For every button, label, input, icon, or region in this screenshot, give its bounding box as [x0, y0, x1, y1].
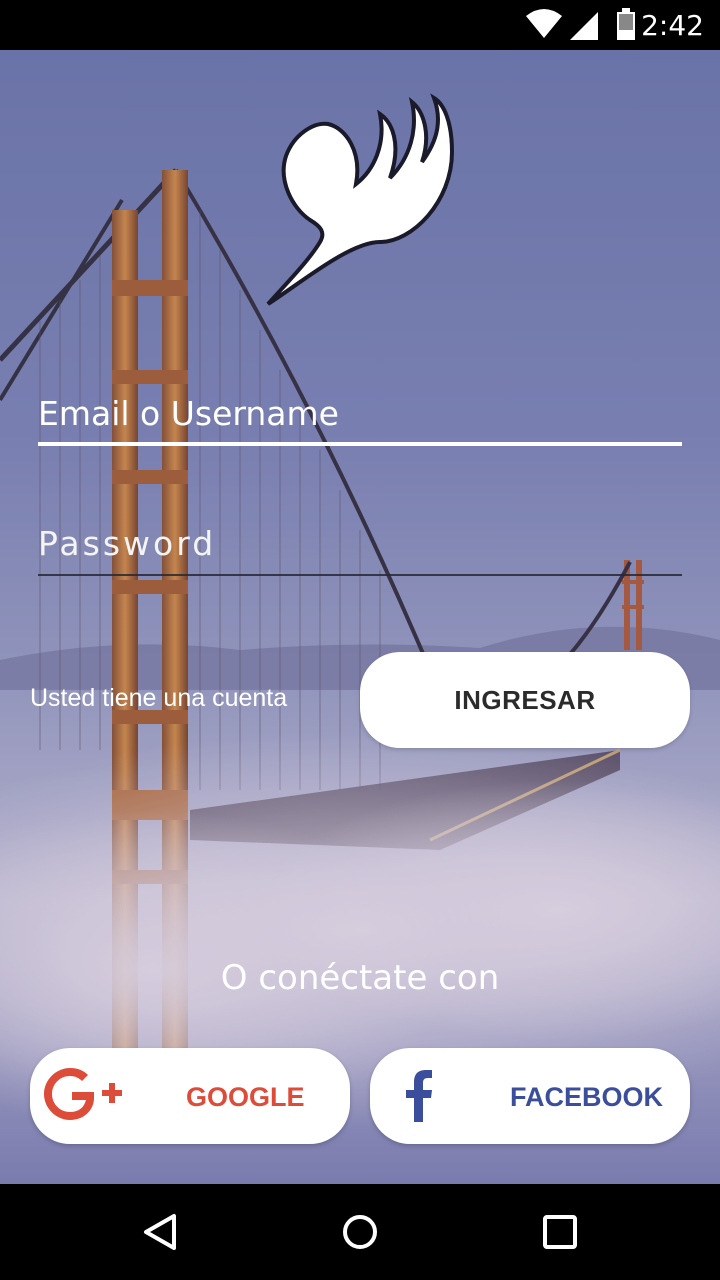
home-icon[interactable] [336, 1208, 384, 1256]
google-login-button[interactable]: GOOGLE [30, 1048, 350, 1144]
email-underline [38, 442, 682, 446]
fairy-tail-emblem-icon [266, 93, 455, 306]
recents-icon[interactable] [536, 1208, 584, 1256]
facebook-login-button[interactable]: FACEBOOK [370, 1048, 690, 1144]
email-field[interactable]: Email o Username [38, 394, 682, 446]
wifi-icon [526, 9, 562, 38]
login-button[interactable]: INGRESAR [360, 652, 690, 748]
email-input[interactable]: Email o Username [38, 394, 682, 433]
password-underline [38, 574, 682, 576]
account-text[interactable]: Usted tiene una cuenta [30, 684, 287, 713]
password-input[interactable]: Password [38, 524, 682, 563]
password-field[interactable]: Password [38, 524, 682, 576]
clock: 2:42 [641, 9, 704, 42]
navigation-bar [0, 1184, 720, 1280]
status-bar: 2:42 [0, 0, 720, 50]
battery-icon [617, 8, 635, 40]
facebook-icon [406, 1070, 432, 1122]
google-plus-icon [44, 1068, 122, 1120]
google-label: GOOGLE [186, 1082, 305, 1112]
back-icon[interactable] [136, 1208, 184, 1256]
cell-signal-icon [570, 12, 598, 40]
connect-with-text: O conéctate con [220, 958, 500, 998]
facebook-label: FACEBOOK [510, 1082, 664, 1112]
